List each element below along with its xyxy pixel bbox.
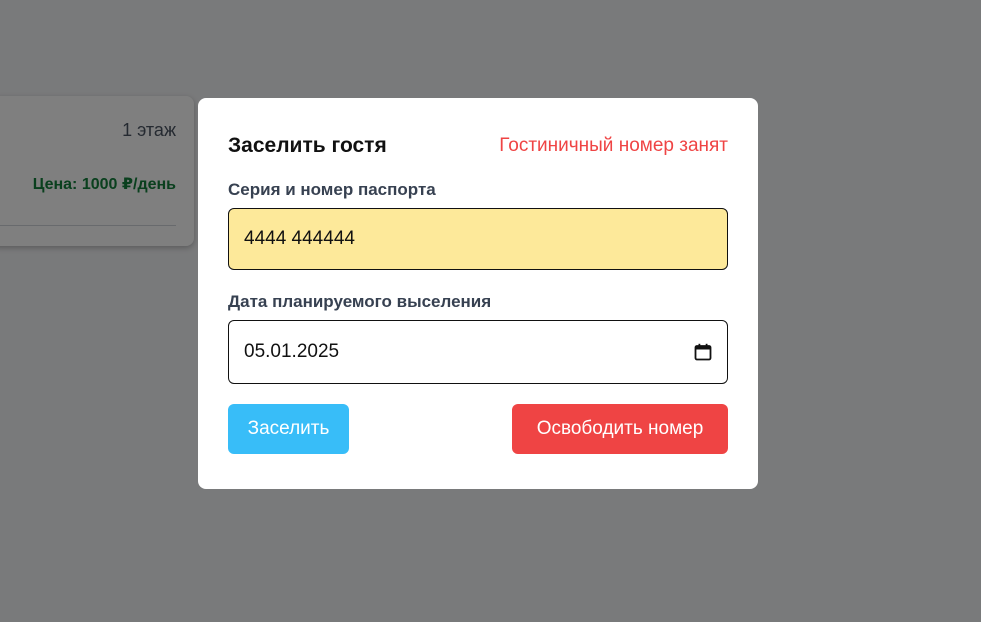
checkin-modal: Заселить гостя Гостиничный номер занят С… [198, 98, 758, 489]
calendar-icon[interactable] [694, 343, 712, 361]
page: 1 этаж Цена: 1000 ₽/день Заселить гостя … [0, 0, 981, 622]
modal-header: Заселить гостя Гостиничный номер занят [228, 128, 728, 164]
checkout-date-label: Дата планируемого выселения [228, 292, 492, 311]
passport-label: Серия и номер паспорта [228, 180, 436, 199]
modal-buttons: Заселить Освободить номер [228, 404, 728, 454]
room-status: Гостиничный номер занят [499, 135, 728, 156]
passport-input[interactable]: 4444 444444 [228, 208, 728, 270]
checkout-date-value: 05.01.2025 [244, 341, 340, 362]
checkin-button[interactable]: Заселить [228, 404, 349, 454]
passport-value: 4444 444444 [244, 228, 355, 249]
modal-title: Заселить гостя [228, 134, 387, 157]
checkout-date-input[interactable]: 05.01.2025 [228, 320, 728, 384]
free-room-button[interactable]: Освободить номер [512, 404, 728, 454]
